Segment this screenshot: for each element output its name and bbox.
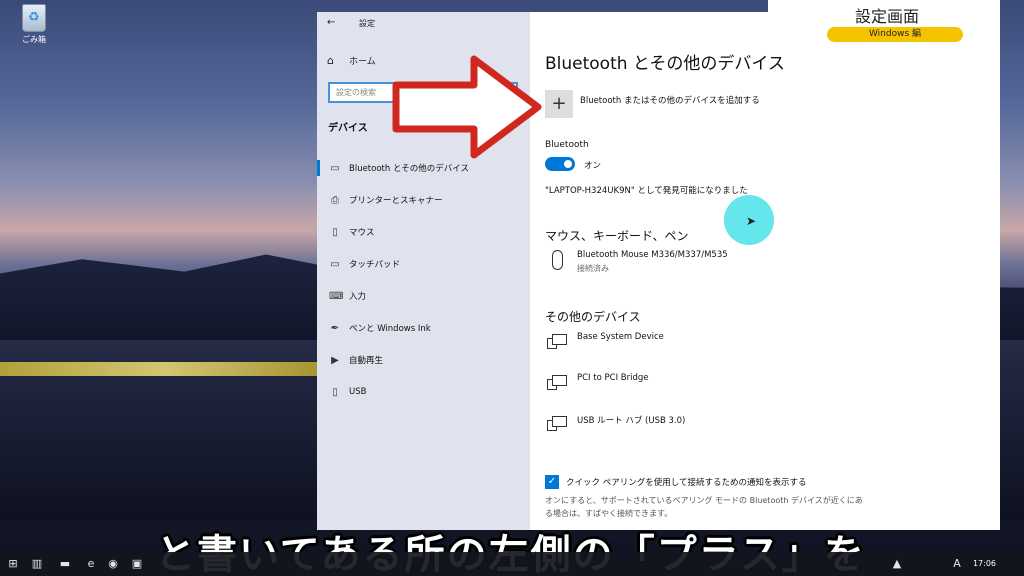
mouse-cursor-icon: ➤ [746, 214, 757, 228]
other-devices-heading: その他のデバイス [545, 310, 641, 324]
sidebar-item[interactable]: ▶ 自動再生 [317, 344, 530, 376]
section-title: デバイス [328, 123, 368, 134]
device-name: PCI to PCI Bridge [577, 373, 649, 383]
other-device-item[interactable]: Base System Device [545, 332, 664, 352]
device-name: Base System Device [577, 332, 664, 342]
file-explorer-icon[interactable]: ▬ [58, 557, 72, 571]
pen-icon: ✒ [330, 322, 340, 334]
recycle-bin-icon [22, 4, 46, 32]
other-device-item[interactable]: PCI to PCI Bridge [545, 373, 648, 393]
start-windows-icon[interactable]: ⊞ [6, 557, 20, 571]
device-icon [545, 332, 569, 352]
device-icon [545, 373, 569, 393]
ime-indicator[interactable]: A [950, 557, 964, 571]
mouse-device-icon [545, 250, 569, 270]
back-arrow-icon[interactable]: ← [327, 17, 335, 28]
window-title: 設定 [359, 19, 375, 28]
discoverable-text: "LAPTOP-H324UK9N" として発見可能になりました [545, 186, 748, 196]
edge-browser-icon[interactable]: e [84, 557, 98, 571]
taskbar: ⊞ ▥ ▬ e ◉ ▣ ▲ A 17:06 [0, 552, 1024, 576]
red-arrow-annotation [392, 55, 542, 159]
device-status: 接続済み [577, 264, 609, 273]
home-icon: ⌂ [327, 54, 334, 67]
task-view-icon[interactable]: ▥ [30, 557, 44, 571]
device-name: USB ルート ハブ (USB 3.0) [577, 416, 686, 426]
sidebar-item-label: タッチパッド [349, 260, 401, 270]
badge-subtitle: Windows 編 [827, 27, 963, 42]
taskbar-clock[interactable]: 17:06 [973, 559, 996, 568]
sidebar-item[interactable]: ▯ USB [317, 376, 530, 408]
bluetooth-devices-icon: ▭ [330, 162, 340, 174]
touchpad-icon: ▭ [330, 258, 340, 270]
app-icon[interactable]: ▣ [130, 557, 144, 571]
tray-icon[interactable]: ▲ [890, 557, 904, 571]
device-name: Bluetooth Mouse M336/M337/M535 [577, 250, 728, 260]
settings-content: Bluetooth とその他のデバイス + Bluetooth またはその他のデ… [530, 12, 1000, 530]
keyboard-icon: ⌨ [329, 290, 344, 302]
device-icon [545, 414, 569, 434]
sidebar-item[interactable]: ▯ マウス [317, 216, 530, 248]
sidebar-item-label: マウス [349, 228, 375, 238]
add-device-label[interactable]: Bluetooth またはその他のデバイスを追加する [580, 94, 760, 106]
swift-pair-label: クイック ペアリングを使用して接続するための通知を表示する [566, 478, 807, 488]
sidebar-item-label: USB [349, 387, 367, 397]
mouse-keyboard-pen-heading: マウス、キーボード、ペン [545, 229, 689, 243]
bluetooth-toggle-state: オン [584, 161, 602, 171]
usb-icon: ▯ [332, 386, 338, 398]
chrome-icon[interactable]: ◉ [106, 557, 120, 571]
swift-pair-note: オンにすると、サポートされているペアリング モードの Bluetooth デバイ… [545, 496, 863, 518]
autoplay-icon: ▶ [331, 354, 339, 366]
sidebar-item[interactable]: ⌨ 入力 [317, 280, 530, 312]
titlebar: ← 設定 [317, 12, 530, 34]
recycle-bin[interactable]: ごみ箱 [14, 4, 54, 45]
bluetooth-label: Bluetooth [545, 140, 589, 150]
recycle-bin-label: ごみ箱 [22, 35, 46, 44]
wallpaper-light-reflection [0, 362, 330, 376]
bluetooth-toggle[interactable] [545, 157, 575, 171]
sidebar-item-label: ペンと Windows Ink [349, 324, 431, 334]
printer-icon: ⎙ [331, 194, 339, 206]
page-title: Bluetooth とその他のデバイス [545, 54, 785, 74]
mouse-device-item[interactable]: Bluetooth Mouse M336/M337/M535 接続済み [545, 250, 728, 274]
sidebar-item[interactable]: ⎙ プリンターとスキャナー [317, 184, 530, 216]
swift-pair-checkbox[interactable]: ✓ [545, 475, 559, 489]
badge-title: 設定画面 [855, 7, 920, 26]
add-device-button[interactable]: + [545, 90, 573, 118]
sidebar-item-label: Bluetooth とその他のデバイス [349, 164, 469, 174]
other-device-item[interactable]: USB ルート ハブ (USB 3.0) [545, 414, 685, 434]
sidebar-item[interactable]: ✒ ペンと Windows Ink [317, 312, 530, 344]
sidebar-item[interactable]: ▭ タッチパッド [317, 248, 530, 280]
mouse-icon: ▯ [332, 226, 338, 238]
sidebar-item-label: 自動再生 [349, 356, 384, 366]
sidebar-nav: ▭ Bluetooth とその他のデバイス ⎙ プリンターとスキャナー ▯ マウス ▭ タッチ… [317, 152, 530, 408]
home-label: ホーム [349, 57, 376, 67]
home-link[interactable]: ⌂ ホーム [327, 54, 376, 67]
sidebar-item-label: 入力 [349, 292, 367, 302]
sidebar-item-label: プリンターとスキャナー [349, 196, 443, 206]
